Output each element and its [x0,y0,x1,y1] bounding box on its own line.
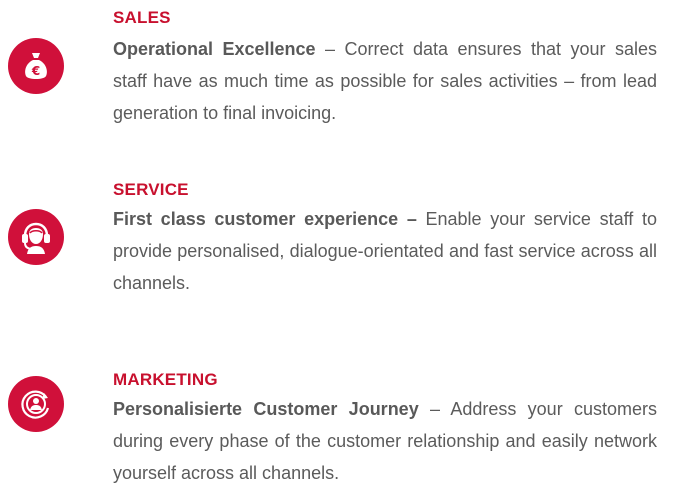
service-heading: SERVICE [113,180,189,199]
headset-agent-icon [8,209,64,265]
svg-text:€: € [31,64,40,78]
sales-description: Operational Excellence – Correct data en… [113,33,657,129]
customer-journey-icon [8,376,64,432]
marketing-description: Personalisierte Customer Journey – Addre… [113,393,657,489]
money-bag-euro-icon: € [8,38,64,94]
marketing-heading: MARKETING [113,370,218,389]
sales-heading: SALES [113,8,171,27]
marketing-lead: Personalisierte Customer Journey [113,399,419,419]
sales-lead: Operational Excellence [113,39,316,59]
service-description: First class customer experience – Enable… [113,203,657,299]
service-lead: First class customer experience – [113,209,417,229]
